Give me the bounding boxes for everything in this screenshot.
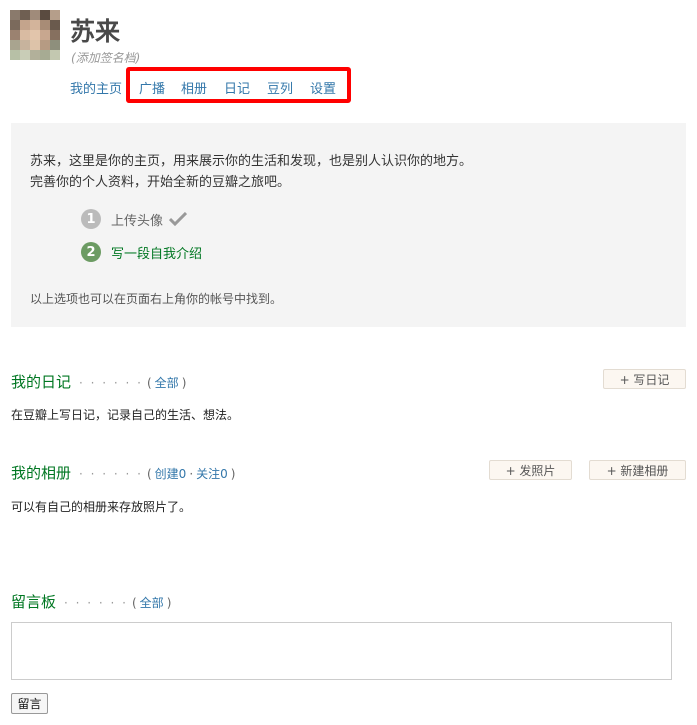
avatar-pixel (30, 40, 40, 50)
guestbook-section-header: 留言板 · · · · · ·(全部) (11, 591, 171, 612)
avatar-pixel (10, 50, 20, 60)
meta-separator: · (189, 467, 194, 481)
avatar-pixel (50, 50, 60, 60)
meta-paren: ) (181, 376, 187, 390)
step-label: 上传头像 (111, 213, 164, 229)
divider-dots: · · · · · · (64, 596, 128, 610)
avatar-pixel (30, 50, 40, 60)
meta-paren: ) (166, 596, 172, 610)
album-followed-link[interactable]: 关注0 (196, 467, 228, 481)
guestbook-textarea[interactable] (11, 622, 672, 680)
avatar-pixel (40, 30, 50, 40)
avatar-pixel (30, 10, 40, 20)
avatar[interactable] (10, 10, 60, 60)
avatar-pixel (50, 20, 60, 30)
step-write-intro[interactable]: 2 写一段自我介绍 (81, 242, 202, 262)
avatar-pixel (50, 30, 60, 40)
guestbook-submit-button[interactable]: 留言 (11, 693, 48, 714)
avatar-pixel (20, 40, 30, 50)
avatar-pixel (20, 50, 30, 60)
avatar-pixel (10, 30, 20, 40)
avatar-pixel (40, 40, 50, 50)
album-section-header: 我的相册 · · · · · ·(创建0 · 关注0) (11, 462, 235, 483)
avatar-pixel (40, 10, 50, 20)
meta-paren: ( (131, 596, 137, 610)
upload-photo-button[interactable]: + 发照片 (489, 460, 572, 480)
meta-paren: ) (230, 467, 236, 481)
avatar-pixel (10, 10, 20, 20)
nav-home[interactable]: 我的主页 (70, 78, 122, 97)
intro-text-line2: 完善你的个人资料，开始全新的豆瓣之旅吧。 (30, 175, 291, 190)
meta-paren: ( (146, 376, 152, 390)
signature-placeholder[interactable]: (添加签名档) (71, 49, 140, 66)
avatar-pixel (20, 20, 30, 30)
avatar-pixel (40, 50, 50, 60)
nav-highlight-box (126, 67, 351, 103)
avatar-pixel (40, 20, 50, 30)
avatar-pixel (50, 10, 60, 20)
avatar-pixel (20, 10, 30, 20)
avatar-pixel (30, 20, 40, 30)
diary-title: 我的日记 (11, 373, 72, 391)
album-description: 可以有自己的相册来存放照片了。 (11, 500, 192, 514)
intro-panel: 苏来，这里是你的主页，用来展示你的生活和发现，也是别人认识你的地方。 完善你的个… (11, 123, 686, 327)
divider-dots: · · · · · · (79, 376, 143, 390)
profile-name: 苏来 (70, 17, 121, 46)
avatar-pixel (20, 30, 30, 40)
diary-description: 在豆瓣上写日记，记录自己的生活、想法。 (11, 408, 240, 422)
step-number: 1 (81, 209, 101, 229)
album-created-link[interactable]: 创建0 (155, 467, 187, 481)
step-number: 2 (81, 242, 101, 262)
avatar-pixel (10, 40, 20, 50)
intro-text-line1: 苏来，这里是你的主页，用来展示你的生活和发现，也是别人认识你的地方。 (30, 154, 473, 169)
write-diary-button[interactable]: + 写日记 (603, 369, 686, 389)
album-title: 我的相册 (11, 464, 72, 482)
check-icon (169, 212, 188, 226)
avatar-pixel (10, 20, 20, 30)
intro-footer-text: 以上选项也可以在页面右上角你的帐号中找到。 (30, 292, 283, 306)
diary-section-header: 我的日记 · · · · · ·(全部) (11, 371, 186, 392)
guestbook-all-link[interactable]: 全部 (140, 596, 164, 610)
avatar-pixel (30, 30, 40, 40)
new-album-button[interactable]: + 新建相册 (589, 460, 686, 480)
guestbook-title: 留言板 (11, 593, 57, 611)
avatar-pixel (50, 40, 60, 50)
step-label[interactable]: 写一段自我介绍 (111, 243, 202, 262)
meta-paren: ( (146, 467, 152, 481)
step-upload-avatar: 1 上传头像 (81, 209, 188, 229)
diary-all-link[interactable]: 全部 (155, 376, 179, 390)
divider-dots: · · · · · · (79, 467, 143, 481)
